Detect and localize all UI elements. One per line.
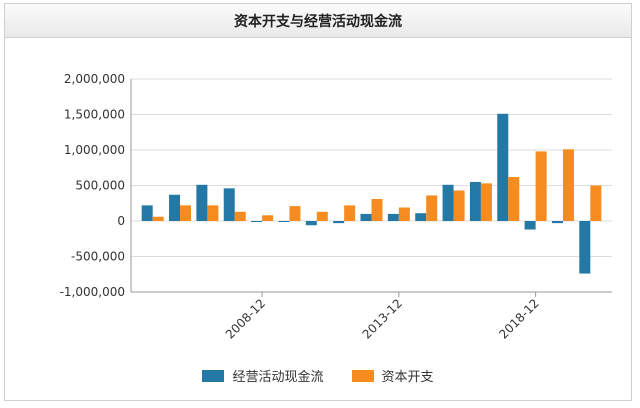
y-tick-label: -1,000,000 bbox=[60, 285, 125, 299]
bar-series-1 bbox=[508, 176, 520, 221]
legend-label-operating-cash-flow: 经营活动现金流 bbox=[232, 370, 324, 385]
bar-series-1 bbox=[344, 205, 356, 221]
legend-swatch-operating-cash-flow bbox=[202, 369, 225, 382]
y-tick-label: 500,000 bbox=[75, 179, 125, 193]
bar-series-0 bbox=[196, 184, 208, 221]
bar-series-0 bbox=[305, 221, 317, 226]
bar-series-0 bbox=[387, 213, 399, 221]
bar-series-1 bbox=[207, 205, 219, 221]
chart-legend: 经营活动现金流 资本开支 bbox=[5, 366, 631, 385]
bar-series-1 bbox=[398, 207, 410, 221]
bar-series-0 bbox=[415, 213, 427, 221]
y-tick-label: 0 bbox=[117, 214, 125, 228]
bar-series-0 bbox=[251, 221, 263, 222]
bar-series-1 bbox=[234, 211, 246, 221]
bar-series-1 bbox=[316, 211, 328, 221]
bar-series-0 bbox=[442, 184, 454, 221]
bar-series-1 bbox=[426, 195, 438, 221]
y-tick-label: 1,500,000 bbox=[64, 108, 125, 122]
bar-chart: -1,000,000 -500,000 0 500,000 1,000,000 1,500… bbox=[60, 72, 612, 342]
bar-series-0 bbox=[360, 213, 372, 221]
legend-label-capex: 资本开支 bbox=[381, 370, 434, 385]
bar-series-1 bbox=[152, 216, 164, 221]
x-tick-label: 2008-12 bbox=[223, 296, 268, 341]
bar-series-1 bbox=[262, 215, 274, 221]
bar-series-1 bbox=[562, 149, 574, 221]
bar-series-1 bbox=[371, 198, 383, 221]
bar-series-1 bbox=[535, 151, 547, 221]
chart-panel: 资本开支与经营活动现金流 -1,000,000 -500,000 0 500,000 1… bbox=[4, 3, 632, 401]
legend-item-capex[interactable]: 资本开支 bbox=[351, 366, 434, 385]
bar-series-0 bbox=[333, 221, 345, 224]
bar-series-0 bbox=[524, 221, 536, 230]
bar-series-0 bbox=[469, 181, 481, 221]
y-tick-label: 1,000,000 bbox=[64, 143, 125, 157]
bar-series-1 bbox=[453, 190, 465, 221]
bar-series-1 bbox=[590, 185, 602, 221]
y-tick-label: 2,000,000 bbox=[64, 72, 125, 86]
legend-item-operating-cash-flow[interactable]: 经营活动现金流 bbox=[202, 366, 324, 385]
bar-series-0 bbox=[497, 113, 509, 221]
x-tick-label: 2018-12 bbox=[496, 296, 541, 341]
bar-series-0 bbox=[579, 221, 591, 274]
y-tick-label: -500,000 bbox=[71, 250, 125, 264]
x-tick-label: 2013-12 bbox=[360, 296, 405, 341]
bar-series-0 bbox=[169, 194, 181, 221]
bar-series-0 bbox=[278, 221, 290, 222]
bar-series-0 bbox=[141, 205, 153, 221]
bar-series-1 bbox=[289, 206, 301, 221]
bar-series-0 bbox=[223, 188, 235, 221]
bar-series-1 bbox=[480, 183, 492, 221]
bar-series-1 bbox=[180, 205, 192, 221]
legend-swatch-capex bbox=[351, 369, 374, 382]
bar-series-0 bbox=[551, 221, 563, 224]
